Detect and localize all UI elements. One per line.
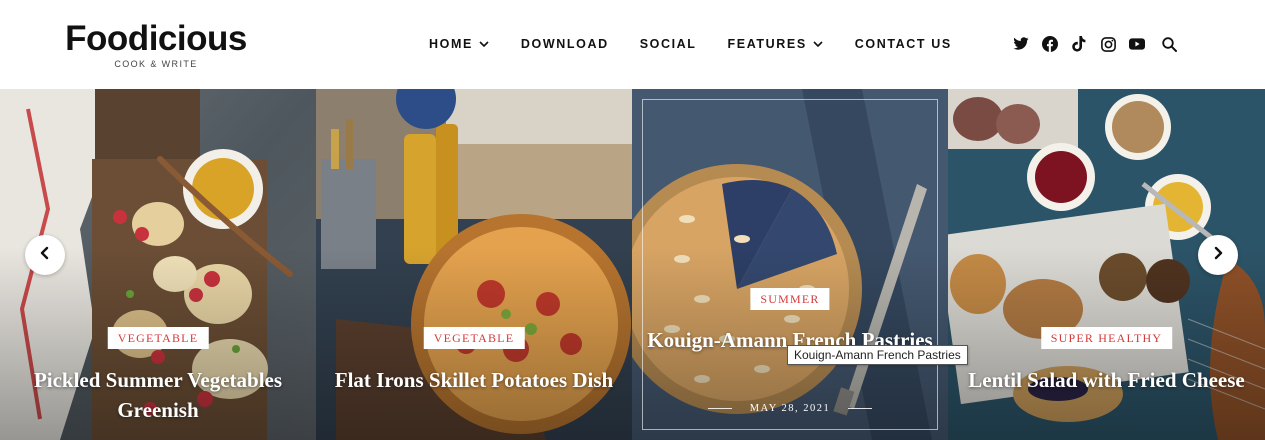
chevron-right-icon [1211,246,1225,265]
category-badge[interactable]: SUPER HEALTHY [1040,327,1173,349]
logo-title: Foodicious [65,19,247,58]
search-icon[interactable] [1161,36,1177,52]
social-links [1013,35,1177,53]
category-badge[interactable]: VEGETABLE [107,327,209,349]
twitter-icon[interactable] [1013,36,1029,52]
post-date: MAY 28, 2021 [632,403,948,414]
youtube-icon[interactable] [1129,36,1145,52]
logo-tagline: COOK & WRITE [114,59,198,69]
facebook-icon[interactable] [1042,36,1058,52]
nav-item-label: CONTACT US [854,37,952,51]
featured-slider: VEGETABLE Pickled Summer Vegetables Gree… [0,89,1265,440]
title-tooltip: Kouign-Amann French Pastries [787,345,968,365]
instagram-icon[interactable] [1100,36,1116,52]
nav-item-download[interactable]: DOWNLOAD [521,37,609,51]
chevron-down-icon [478,38,490,50]
nav-item-label: FEATURES [727,37,807,51]
slide-title[interactable]: Flat Irons Skillet Potatoes Dish [326,365,622,395]
slide-title[interactable]: Pickled Summer Vegetables Greenish [10,365,306,425]
nav-item-home[interactable]: HOME [429,37,490,51]
chevron-down-icon [812,38,824,50]
nav-item-features[interactable]: FEATURES [728,37,824,51]
nav-item-label: HOME [429,37,473,51]
slide-card[interactable]: VEGETABLE Flat Irons Skillet Potatoes Di… [316,89,632,440]
nav-item-contact-us[interactable]: CONTACT US [855,37,952,51]
nav-item-social[interactable]: SOCIAL [640,37,697,51]
main-nav: HOME DOWNLOAD SOCIAL FEATURES CONTACT US [429,36,952,52]
slider-next-button[interactable] [1198,235,1238,275]
divider-line [848,408,873,409]
nav-item-label: DOWNLOAD [520,37,609,51]
site-header: Foodicious COOK & WRITE HOME DOWNLOAD SO… [0,0,1265,89]
tiktok-icon[interactable] [1071,36,1087,52]
slide-title[interactable]: Lentil Salad with Fried Cheese [958,365,1255,395]
date-text: MAY 28, 2021 [749,403,831,414]
nav-item-label: SOCIAL [639,37,697,51]
category-badge[interactable]: SUMMER [750,288,830,310]
chevron-left-icon [38,246,52,265]
slider-prev-button[interactable] [25,235,65,275]
site-logo[interactable]: Foodicious COOK & WRITE [60,19,252,70]
slide-card[interactable]: SUMMER Kouign-Amann French Pastries MAY … [632,89,948,440]
slide-overlay [632,89,948,440]
divider-line [707,408,732,409]
category-badge[interactable]: VEGETABLE [423,327,525,349]
